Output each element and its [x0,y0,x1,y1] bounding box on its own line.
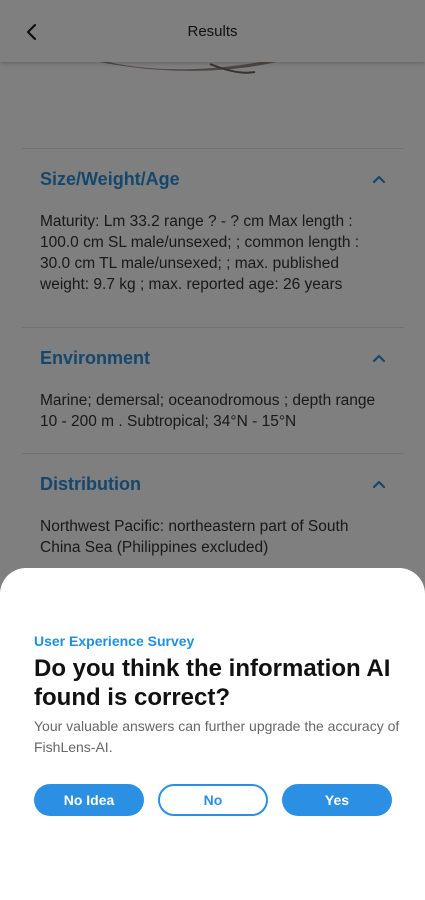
survey-question: Do you think the information AI found is… [34,655,391,711]
survey-description: Your valuable answers can further upgrad… [34,718,400,755]
no-button[interactable]: No [158,784,268,816]
no-idea-button[interactable]: No Idea [34,784,144,816]
yes-button[interactable]: Yes [282,784,392,816]
survey-label: User Experience Survey [34,633,195,649]
survey-bottom-sheet: User Experience Survey Do you think the … [0,568,425,900]
